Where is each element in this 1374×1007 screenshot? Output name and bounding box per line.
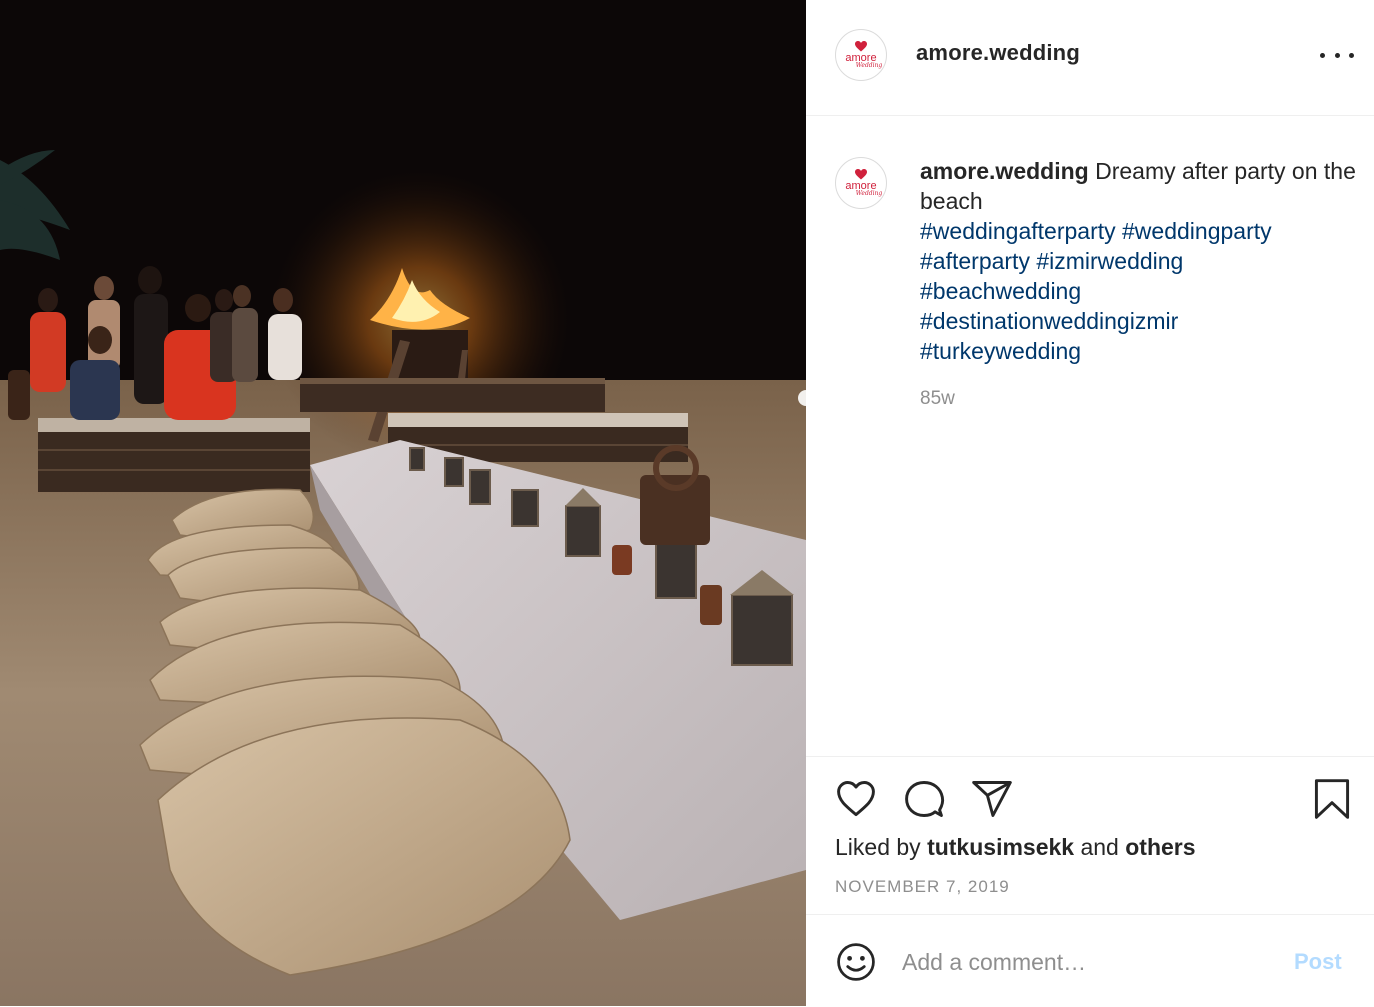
caption-area: amore Wedding amore.wedding Dreamy after… <box>806 116 1374 756</box>
hashtags: #weddingafterparty #weddingparty #afterp… <box>920 216 1360 366</box>
avatar[interactable]: amore Wedding <box>835 157 887 209</box>
time-ago[interactable]: 85w <box>920 388 955 410</box>
avatar-script-text: Wedding <box>855 62 883 69</box>
post-details-panel: amore Wedding amore.wedding amore Weddin… <box>806 0 1374 1006</box>
action-bar: Liked by tutkusimsekk and others NOVEMBE… <box>806 756 1374 915</box>
liked-others[interactable]: others <box>1125 834 1195 860</box>
beach-party-image <box>0 0 806 1006</box>
hashtag-line[interactable]: #turkeywedding <box>920 336 1360 366</box>
more-options-icon[interactable] <box>1320 44 1354 66</box>
dot <box>1334 52 1340 58</box>
header-username[interactable]: amore.wedding <box>916 40 1080 66</box>
hashtag-line[interactable]: #destinationweddingizmir <box>920 306 1360 336</box>
heart-logo-icon <box>855 41 867 52</box>
post-comment-button[interactable]: Post <box>1294 949 1342 975</box>
liked-user[interactable]: tutkusimsekk <box>927 834 1074 860</box>
share-icon[interactable] <box>970 777 1014 821</box>
avatar[interactable]: amore Wedding <box>835 29 887 81</box>
liked-prefix: Liked by <box>835 834 921 860</box>
post-photo[interactable] <box>0 0 806 1006</box>
hashtag-line[interactable]: #beachwedding <box>920 276 1360 306</box>
dot <box>1349 52 1354 58</box>
emoji-icon[interactable] <box>834 940 878 984</box>
hashtag-line[interactable]: #weddingafterparty #weddingparty <box>920 216 1360 246</box>
dot <box>1320 52 1325 58</box>
post-date[interactable]: NOVEMBER 7, 2019 <box>835 877 1010 897</box>
heart-logo-icon <box>855 169 867 180</box>
liked-and: and <box>1080 834 1119 860</box>
comment-icon[interactable] <box>902 777 946 821</box>
heart-icon[interactable] <box>834 777 878 821</box>
hashtag-line[interactable]: #afterparty #izmirwedding <box>920 246 1360 276</box>
liked-by: Liked by tutkusimsekk and others <box>835 834 1196 861</box>
avatar-script-text: Wedding <box>855 190 883 197</box>
bookmark-icon[interactable] <box>1310 777 1354 821</box>
post-header: amore Wedding amore.wedding <box>806 0 1374 116</box>
caption: amore.wedding Dreamy after party on the … <box>920 156 1360 366</box>
comment-bar: Post <box>806 914 1374 1007</box>
comment-input[interactable] <box>902 945 1272 979</box>
caption-username[interactable]: amore.wedding <box>920 158 1089 184</box>
